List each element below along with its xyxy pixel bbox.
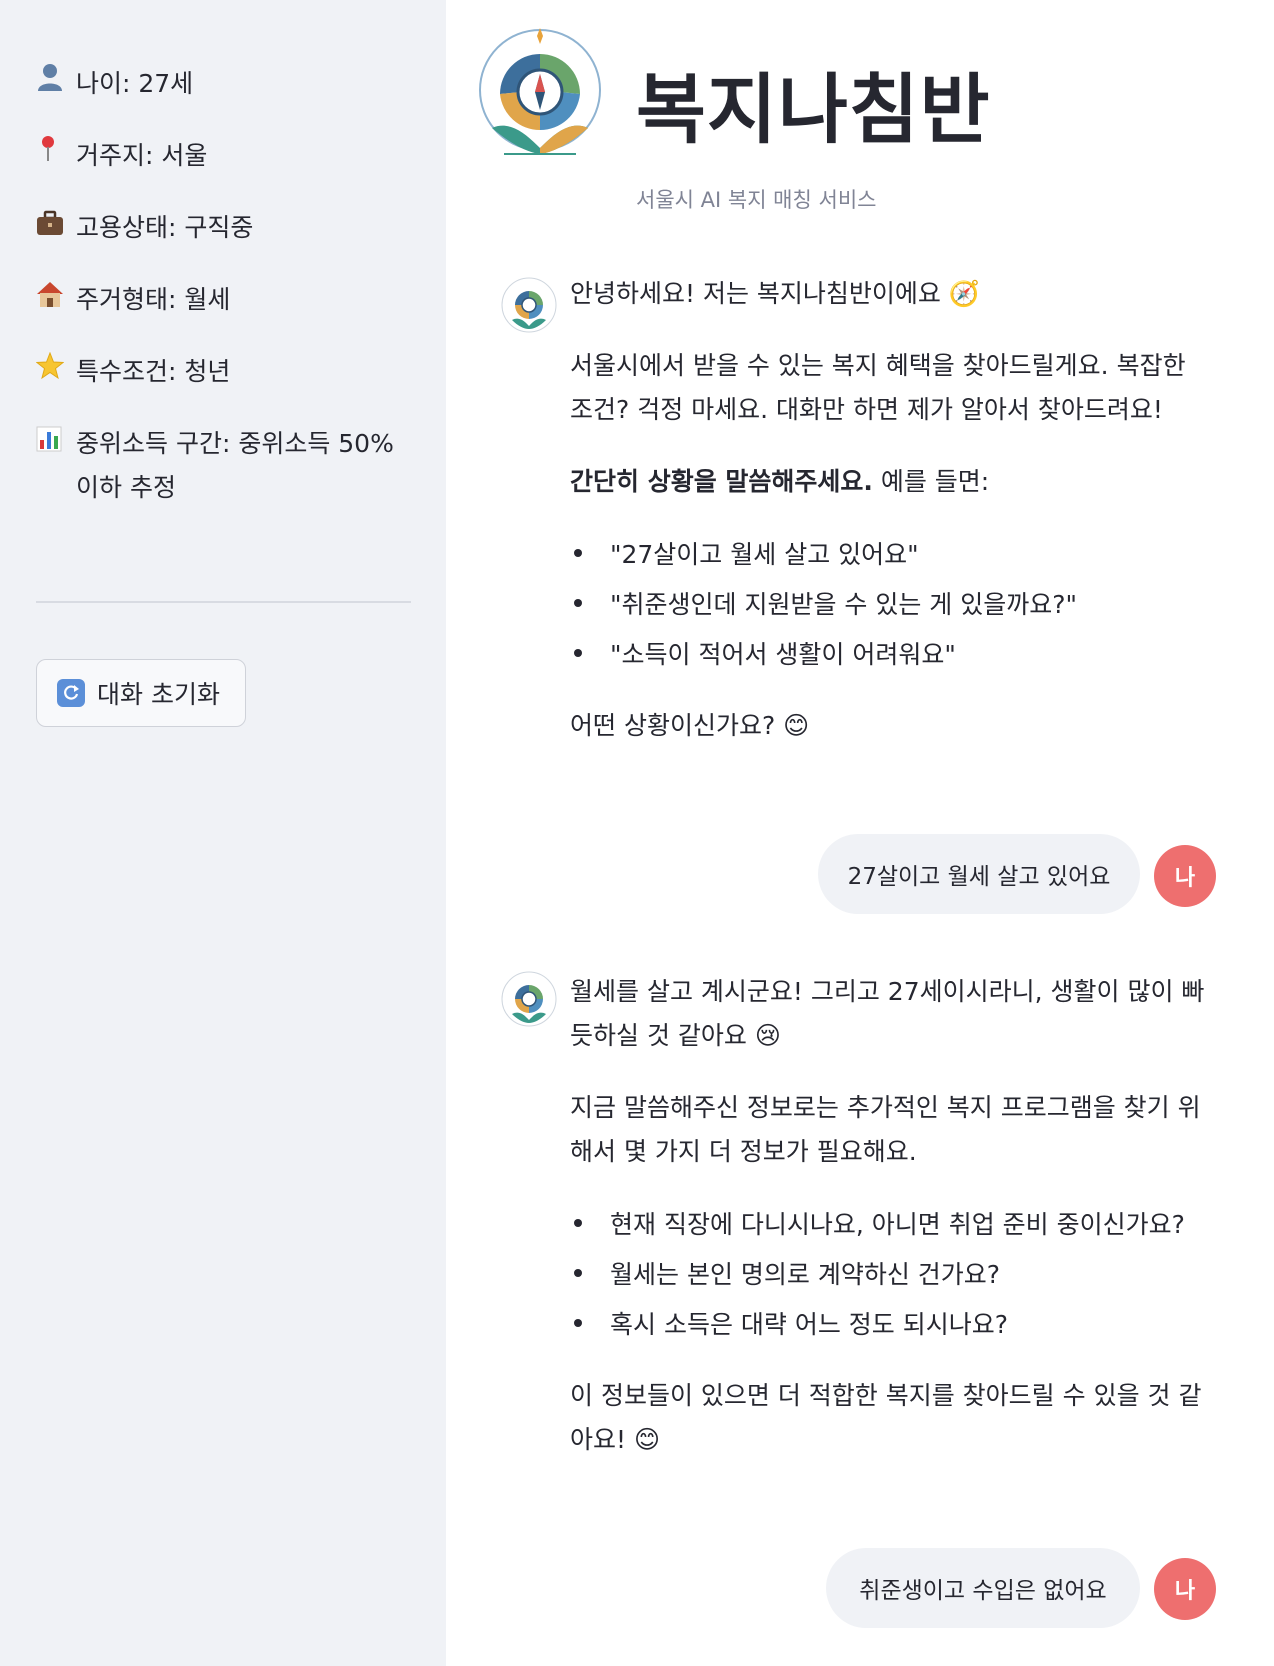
page-subtitle: 서울시 AI 복지 매칭 서비스 [636, 188, 877, 212]
message-text: 월세를 살고 계시군요! 그리고 27세이시라니, 생활이 많이 빠듯하실 것 … [570, 977, 1205, 1050]
profile-residence-text: 거주지: 서울 [76, 141, 208, 170]
pin-icon [36, 134, 76, 178]
profile-special: 특수조건: 청년 [35, 350, 406, 394]
bar-chart-icon [36, 422, 76, 466]
profile-income-text: 중위소득 구간: 중위소득 50% 이하 추정 [76, 429, 394, 502]
page-title: 복지나침반 [636, 65, 991, 154]
reset-conversation-label: 대화 초기화 [97, 680, 220, 709]
profile-employment-text: 고용상태: 구직중 [76, 213, 254, 242]
user-message-2: 취준생이고 수입은 없어요 [826, 1548, 1140, 1628]
example-list: "27살이고 월세 살고 있어요" "취준생인데 지원받을 수 있는 게 있을까… [570, 530, 1210, 680]
message-text: 서울시에서 받을 수 있는 복지 혜택을 찾아드릴게요. 복잡한 조건? 걱정 … [570, 351, 1186, 424]
profile-employment: 고용상태: 구직중 [36, 206, 406, 250]
bot-message-2: 월세를 살고 계시군요! 그리고 27세이시라니, 생활이 많이 빠듯하실 것 … [570, 970, 1210, 1462]
list-item: 월세는 본인 명의로 계약하신 건가요? [574, 1250, 1210, 1300]
bot-message-1: 안녕하세요! 저는 복지나침반이에요 🧭 서울시에서 받을 수 있는 복지 혜택… [570, 272, 1210, 748]
list-item: 혹시 소득은 대략 어느 정도 되시나요? [574, 1300, 1210, 1350]
refresh-icon [57, 679, 85, 707]
person-icon [36, 62, 76, 106]
compass-logo [470, 24, 610, 164]
list-item: "소득이 적어서 생활이 어려워요" [574, 630, 1210, 680]
briefcase-icon [36, 206, 76, 250]
profile-age-text: 나이: 27세 [76, 69, 194, 98]
bot-avatar [500, 970, 558, 1028]
profile-housing: 주거형태: 월세 [36, 278, 406, 322]
reset-conversation-button[interactable]: 대화 초기화 [36, 659, 246, 727]
profile-income: 중위소득 구간: 중위소득 50% 이하 추정 [36, 422, 406, 510]
list-item: 현재 직장에 다니시나요, 아니면 취업 준비 중이신가요? [574, 1200, 1210, 1250]
list-item: "27살이고 월세 살고 있어요" [574, 530, 1210, 580]
message-text: 이 정보들이 있으면 더 적합한 복지를 찾아드릴 수 있을 것 같아요! 😊 [570, 1381, 1202, 1454]
list-item: "취준생인데 지원받을 수 있는 게 있을까요?" [574, 580, 1210, 630]
sidebar-divider [36, 601, 411, 603]
star-icon [35, 350, 76, 394]
user-avatar: 나 [1154, 1558, 1216, 1620]
bot-avatar [500, 276, 558, 334]
user-message-1: 27살이고 월세 살고 있어요 [818, 834, 1140, 914]
question-list: 현재 직장에 다니시나요, 아니면 취업 준비 중이신가요? 월세는 본인 명의… [570, 1200, 1210, 1350]
message-text: 간단히 상황을 말씀해주세요. 예를 들면: [570, 460, 1210, 504]
message-text-rest: 예를 들면: [872, 467, 990, 496]
message-text: 지금 말씀해주신 정보로는 추가적인 복지 프로그램을 찾기 위해서 몇 가지 … [570, 1093, 1201, 1166]
sidebar: 나이: 27세 거주지: 서울 고용상태: 구직중 주거형태: 월세 특수조건:… [0, 0, 446, 1666]
user-avatar: 나 [1154, 845, 1216, 907]
profile-residence: 거주지: 서울 [36, 134, 406, 178]
profile-special-text: 특수조건: 청년 [76, 357, 231, 386]
message-bold-text: 간단히 상황을 말씀해주세요. [570, 467, 873, 496]
message-text: 안녕하세요! 저는 복지나침반이에요 🧭 [570, 279, 980, 308]
message-text: 어떤 상황이신가요? 😊 [570, 711, 810, 740]
house-icon [36, 278, 76, 322]
profile-housing-text: 주거형태: 월세 [76, 285, 231, 314]
profile-age: 나이: 27세 [36, 62, 406, 106]
